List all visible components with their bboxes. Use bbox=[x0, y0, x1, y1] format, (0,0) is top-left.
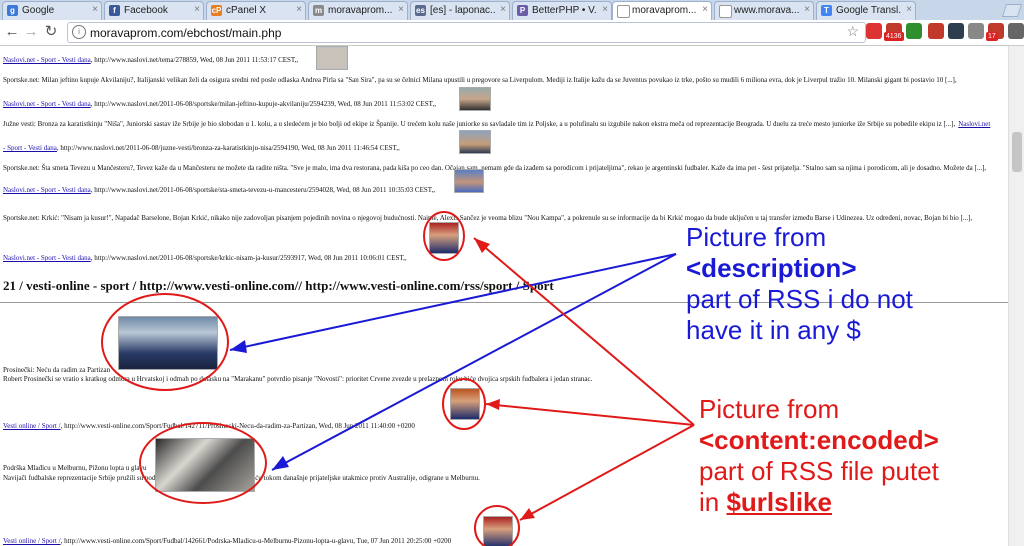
annotation-line: <description> bbox=[686, 253, 857, 283]
red-arrow bbox=[473, 237, 695, 426]
content-encoded-annotation: Picture from <content:encoded> part of R… bbox=[699, 394, 939, 518]
annotation-line: have it in any $ bbox=[686, 315, 861, 345]
red-circle bbox=[101, 293, 229, 391]
annotation-line: Picture from bbox=[686, 222, 827, 252]
annotation-variable: $urlslike bbox=[726, 487, 832, 517]
annotation-line: Picture from bbox=[699, 394, 840, 424]
red-circle bbox=[139, 422, 267, 504]
red-arrow bbox=[519, 424, 695, 521]
annotation-line: in $urlslike bbox=[699, 487, 939, 518]
annotation-line: part of RSS file putet bbox=[699, 456, 939, 486]
red-circle bbox=[442, 378, 486, 430]
red-circle bbox=[474, 505, 520, 546]
annotation-prefix: in bbox=[699, 487, 727, 517]
red-arrow bbox=[485, 403, 695, 426]
description-annotation: Picture from <description> part of RSS i… bbox=[686, 222, 913, 346]
annotation-line: part of RSS i do not bbox=[686, 284, 913, 314]
annotation-line: <content:encoded> bbox=[699, 425, 939, 455]
blue-arrow bbox=[271, 253, 677, 471]
blue-arrow bbox=[229, 253, 677, 351]
red-circle bbox=[423, 211, 465, 261]
